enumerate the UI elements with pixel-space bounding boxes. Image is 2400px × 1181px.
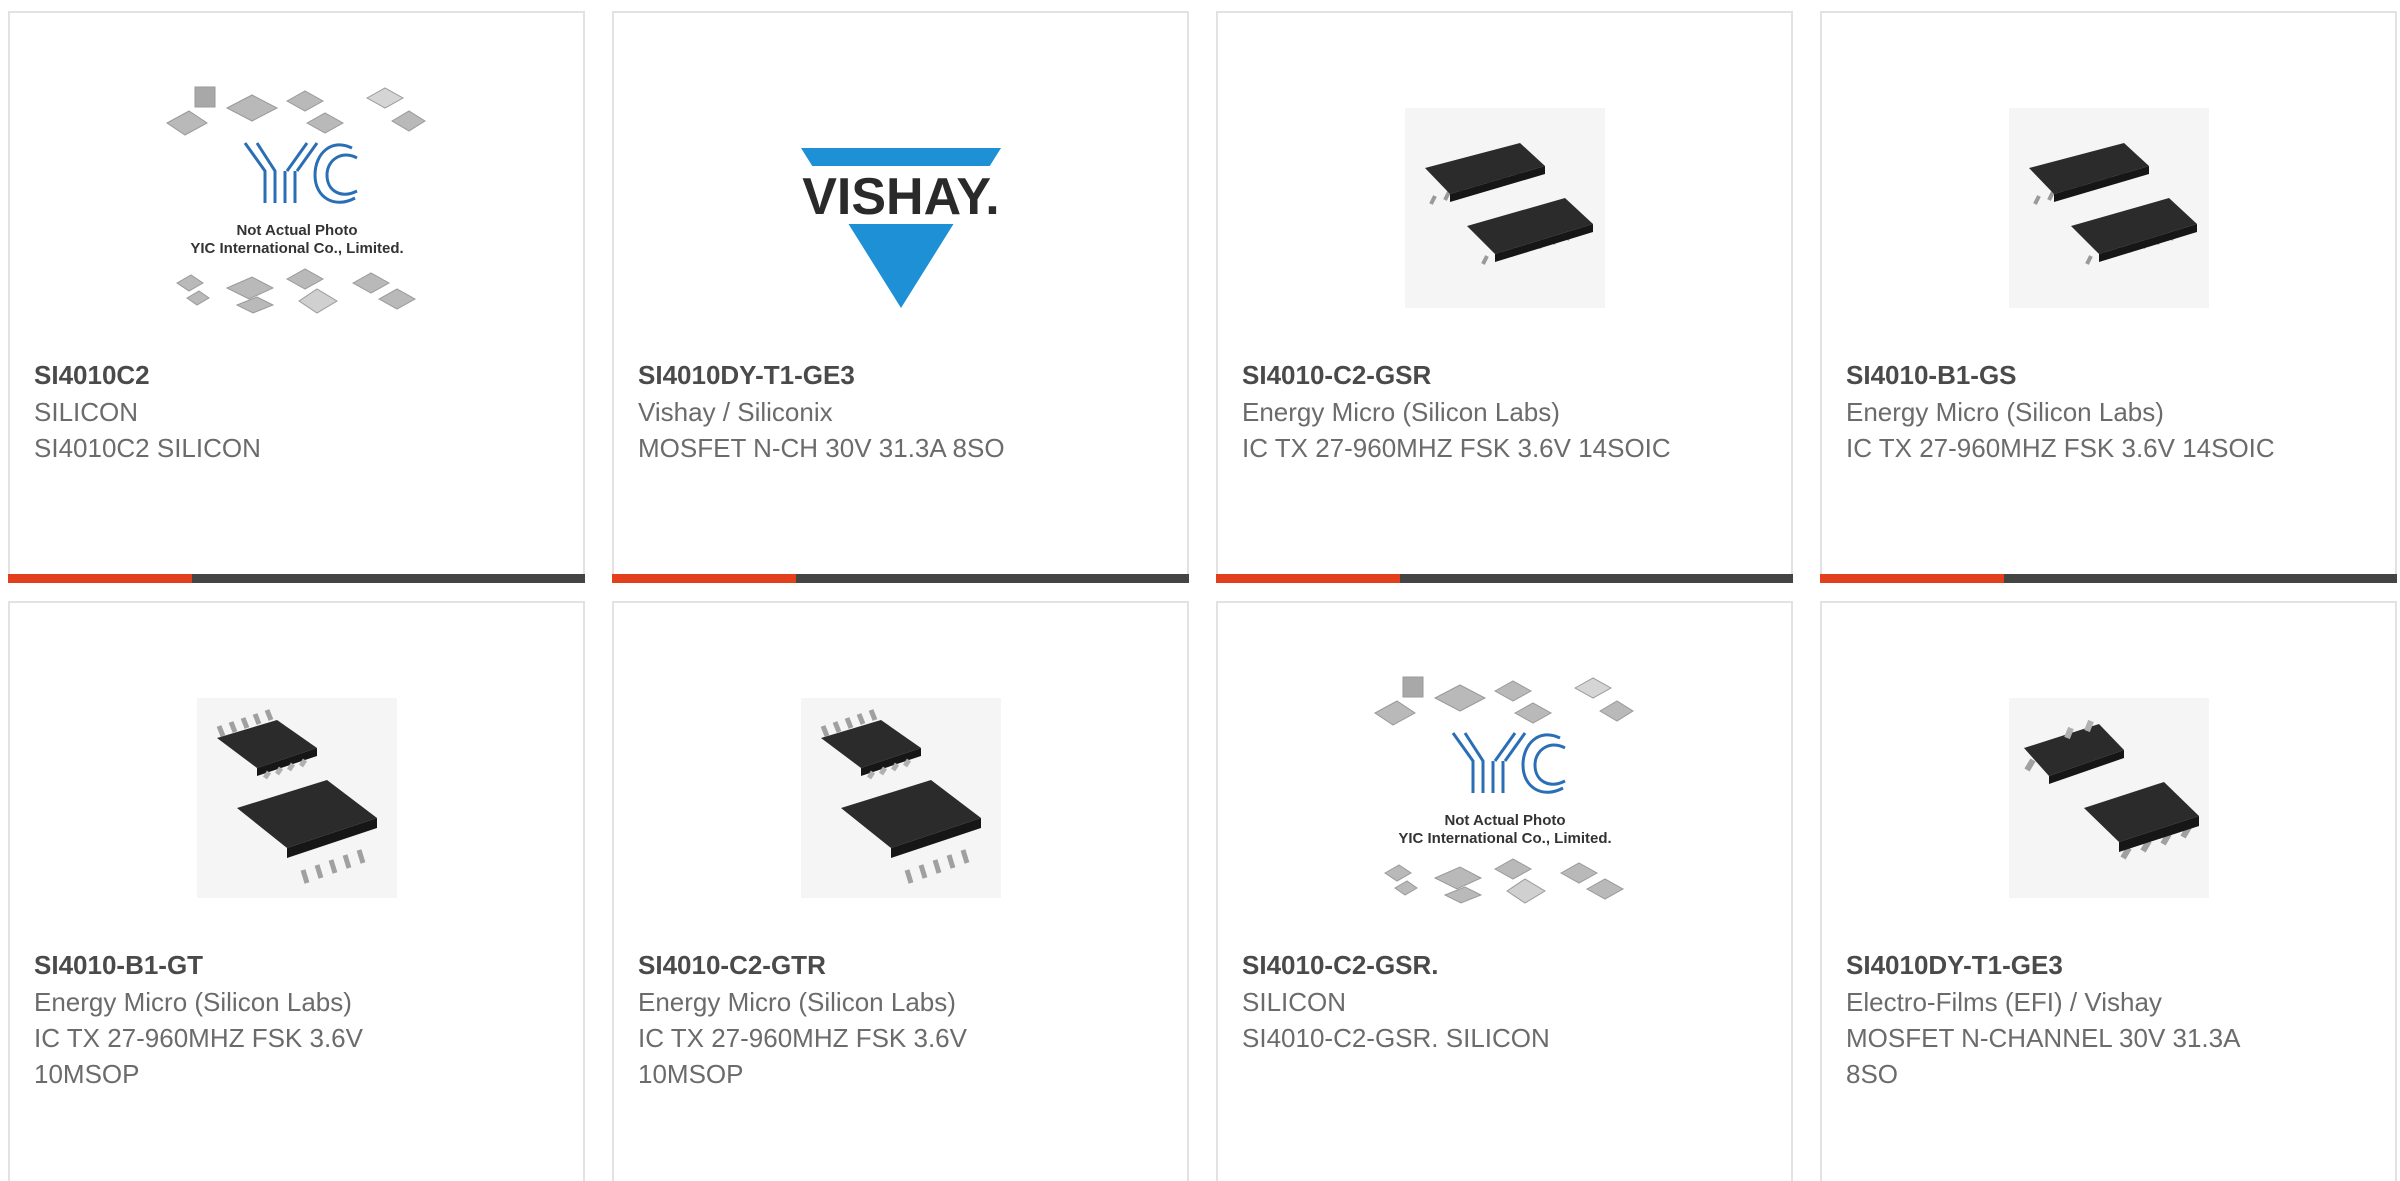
msop10-chip-image [614,653,1187,943]
product-card[interactable]: SI4010-B1-GS Energy Micro (Silicon Labs)… [1820,11,2397,583]
msop10-chip-image [10,653,583,943]
placeholder-line1: Not Actual Photo [236,222,357,239]
manufacturer: SILICON [34,397,139,427]
placeholder-line2: YIC International Co., Limited. [1398,830,1611,847]
card-accent-bar [1820,574,2397,583]
card-accent-bar [1216,574,1793,583]
part-number[interactable]: SI4010-C2-GSR [1242,356,1771,394]
description: IC TX 27-960MHZ FSK 3.6V 10MSOP [638,1023,967,1089]
placeholder-line2: YIC International Co., Limited. [190,240,403,257]
placeholder-line1: Not Actual Photo [1444,812,1565,829]
description: IC TX 27-960MHZ FSK 3.6V 14SOIC [1846,433,2275,463]
product-card[interactable]: SI4010-C2-GSR Energy Micro (Silicon Labs… [1216,11,1793,583]
description: IC TX 27-960MHZ FSK 3.6V 10MSOP [34,1023,363,1089]
manufacturer: Energy Micro (Silicon Labs) [1846,397,2164,427]
card-accent-bar [612,574,1189,583]
description: SI4010C2 SILICON [34,433,261,463]
description: IC TX 27-960MHZ FSK 3.6V 14SOIC [1242,433,1671,463]
yic-placeholder-image: Not Actual Photo YIC International Co., … [10,63,583,353]
soic14-chip-image [1822,63,2395,353]
vishay-logo-text: VISHAY. [802,168,1000,226]
part-number[interactable]: SI4010DY-T1-GE3 [638,356,1167,394]
description: MOSFET N-CH 30V 31.3A 8SO [638,433,1005,463]
soic14-chip-image [1218,63,1791,353]
part-number[interactable]: SI4010-C2-GSR. [1242,946,1771,984]
part-number[interactable]: SI4010DY-T1-GE3 [1846,946,2375,984]
product-card[interactable]: SI4010-B1-GT Energy Micro (Silicon Labs)… [8,601,585,1181]
product-grid: Not Actual Photo YIC International Co., … [0,0,2400,1181]
manufacturer: Energy Micro (Silicon Labs) [638,987,956,1017]
manufacturer: Energy Micro (Silicon Labs) [34,987,352,1017]
product-card[interactable]: Not Actual Photo YIC International Co., … [8,11,585,583]
manufacturer: Electro-Films (EFI) / Vishay [1846,987,2162,1017]
manufacturer: Vishay / Siliconix [638,397,833,427]
product-card[interactable]: VISHAY. SI4010DY-T1-GE3 Vishay / Silicon… [612,11,1189,583]
manufacturer: SILICON [1242,987,1347,1017]
product-card[interactable]: SI4010-C2-GTR Energy Micro (Silicon Labs… [612,601,1189,1181]
product-card[interactable]: SI4010DY-T1-GE3 Electro-Films (EFI) / Vi… [1820,601,2397,1181]
description: MOSFET N-CHANNEL 30V 31.3A 8SO [1846,1023,2240,1089]
card-accent-bar [8,574,585,583]
part-number[interactable]: SI4010-C2-GTR [638,946,1167,984]
yic-placeholder-image: Not Actual Photo YIC International Co., … [1218,653,1791,943]
part-number[interactable]: SI4010-B1-GT [34,946,563,984]
vishay-logo-image: VISHAY. [614,63,1187,353]
part-number[interactable]: SI4010-B1-GS [1846,356,2375,394]
product-card[interactable]: Not Actual Photo YIC International Co., … [1216,601,1793,1181]
manufacturer: Energy Micro (Silicon Labs) [1242,397,1560,427]
so8-chip-image [1822,653,2395,943]
description: SI4010-C2-GSR. SILICON [1242,1023,1550,1053]
part-number[interactable]: SI4010C2 [34,356,563,394]
